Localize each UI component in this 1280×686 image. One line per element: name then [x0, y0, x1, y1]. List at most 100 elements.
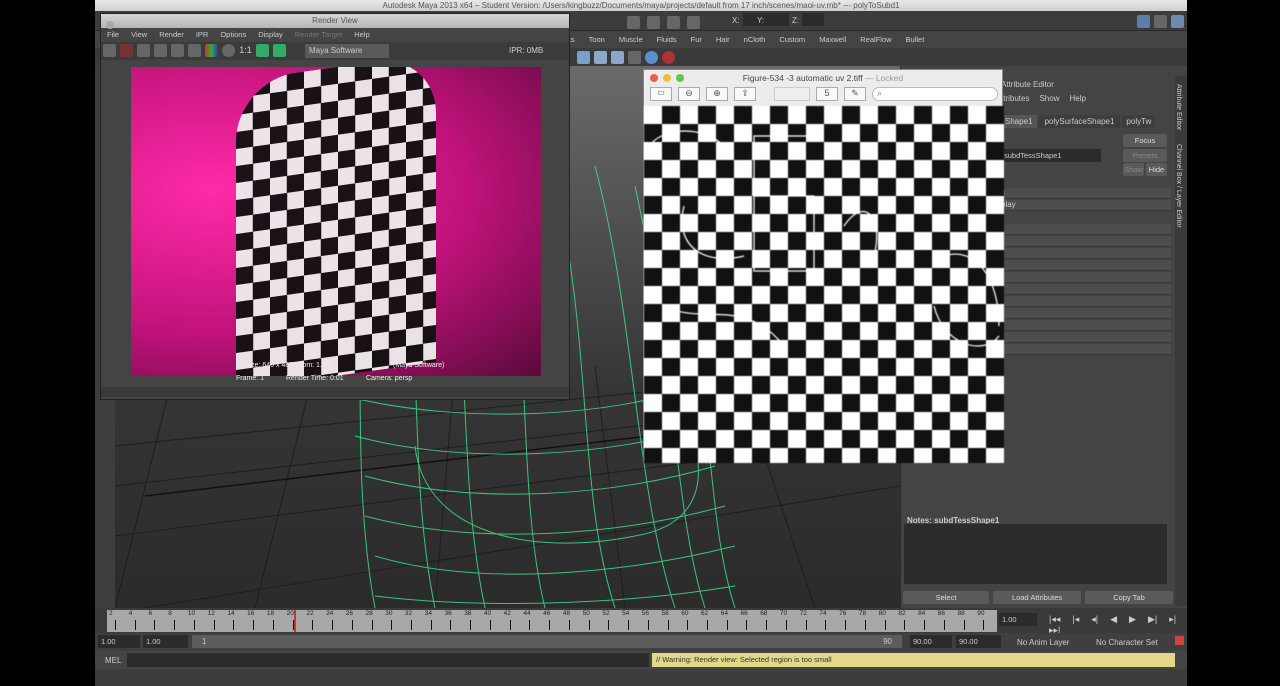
shelf-tab[interactable]: RealFlow — [860, 31, 891, 48]
layout-icon[interactable] — [1154, 15, 1167, 28]
playback-button[interactable]: ▶ — [1129, 614, 1136, 625]
tab-shape1[interactable]: Shape1 — [1001, 115, 1037, 128]
playback-button[interactable]: ▶| — [1148, 614, 1157, 625]
shelf-tab[interactable]: Maxwell — [819, 31, 846, 48]
mel-input[interactable] — [127, 653, 649, 667]
shelf-tab[interactable]: Fur — [691, 31, 702, 48]
menu-help[interactable]: Help — [354, 28, 369, 42]
remove-image-icon[interactable] — [272, 44, 286, 57]
tool-icon[interactable] — [667, 16, 680, 29]
focus-button[interactable]: Focus — [1123, 134, 1167, 147]
rendered-image[interactable]: size: 640 x 480 zoom: 1.000 (Maya Softwa… — [131, 67, 541, 376]
shelf-tab[interactable]: nCloth — [744, 31, 766, 48]
playback-button[interactable]: |◂◂ — [1049, 614, 1060, 625]
tab-polytw[interactable]: polyTw — [1122, 115, 1156, 128]
y-field[interactable] — [767, 13, 789, 26]
shelf-icon[interactable] — [594, 51, 607, 64]
playback-button[interactable]: |◂ — [1072, 614, 1079, 625]
menu-show[interactable]: Show — [1039, 94, 1059, 103]
start-time-field[interactable]: 1.00 — [98, 635, 140, 648]
timeline-ticks[interactable]: 2 4 6 8 10 12 14 16 18 20 22 24 26 28 30 32 34 36 38 40 42 44… — [107, 610, 997, 632]
alpha-icon[interactable] — [222, 44, 235, 57]
tool-icon[interactable] — [627, 16, 640, 29]
attr-row[interactable] — [1001, 308, 1171, 319]
menu-render-target[interactable]: Render Target — [295, 28, 342, 42]
attr-row[interactable] — [1001, 284, 1171, 295]
menu-options[interactable]: Options — [220, 28, 246, 42]
shelf-tab[interactable]: Bullet — [906, 31, 925, 48]
settings-icon[interactable] — [188, 44, 201, 57]
shelf-icon[interactable] — [577, 51, 590, 64]
playback-start-field[interactable]: 1.00 — [143, 635, 188, 648]
attr-row[interactable] — [1001, 224, 1171, 235]
section-header[interactable]: s — [1001, 188, 1171, 199]
playback-end-field[interactable]: 90.00 — [910, 635, 952, 648]
select-button[interactable]: Select — [903, 591, 989, 604]
ratio-button[interactable]: 1:1 — [239, 45, 252, 55]
rgb-channels-icon[interactable] — [205, 44, 218, 57]
current-time-marker[interactable] — [294, 610, 296, 632]
load-attributes-button[interactable]: Load Attributes — [993, 591, 1081, 604]
redo-render-icon[interactable] — [103, 44, 116, 57]
globe-icon[interactable] — [645, 51, 658, 64]
tab-attribute-editor[interactable]: Attribute Editor — [1175, 84, 1182, 130]
section-header[interactable]: play — [1001, 200, 1171, 211]
keep-image-icon[interactable] — [255, 44, 269, 57]
shelf-tab[interactable]: Toon — [589, 31, 605, 48]
copy-tab-button[interactable]: Copy Tab — [1085, 591, 1173, 604]
share-icon[interactable]: ⇪ — [734, 87, 756, 101]
refresh-icon[interactable] — [171, 44, 184, 57]
rotate-button[interactable]: 5 — [816, 87, 838, 101]
attr-row[interactable] — [1001, 320, 1171, 331]
character-set-dropdown[interactable]: No Character Set — [1096, 638, 1158, 647]
tab-polysurfaceshape1[interactable]: polySurfaceShape1 — [1038, 115, 1121, 128]
playback-button[interactable]: ▸| — [1169, 614, 1176, 625]
node-name-field[interactable]: subdTessShape1 — [1001, 149, 1101, 162]
renderer-dropdown[interactable]: Maya Software — [305, 44, 389, 58]
menu-file[interactable]: File — [107, 28, 119, 42]
tool-icon[interactable] — [687, 16, 700, 29]
shelf-icon[interactable] — [611, 51, 624, 64]
menu-ipr[interactable]: IPR — [196, 28, 209, 42]
menu-view[interactable]: View — [131, 28, 147, 42]
hide-button[interactable]: Hide — [1146, 163, 1167, 176]
attr-row[interactable] — [1001, 296, 1171, 307]
current-frame-field[interactable]: 1.00 — [999, 613, 1037, 626]
presets-button[interactable]: Presets — [1123, 149, 1167, 162]
attr-row[interactable] — [1001, 248, 1171, 259]
render-region-icon[interactable] — [120, 44, 133, 57]
zoom-out-icon[interactable]: ⊖ — [678, 87, 700, 101]
tab-channel-box[interactable]: Channel Box / Layer Editor — [1175, 144, 1182, 228]
tool-icon[interactable] — [647, 16, 660, 29]
shelf-icon[interactable] — [628, 51, 641, 64]
snapshot-icon[interactable] — [137, 44, 150, 57]
attr-row[interactable] — [1001, 344, 1171, 355]
time-slider[interactable]: 2 4 6 8 10 12 14 16 18 20 22 24 26 28 30 32 34 36 38 40 42 44… — [95, 608, 1187, 635]
shelf-tab[interactable]: Muscle — [619, 31, 643, 48]
anim-layer-dropdown[interactable]: No Anim Layer — [1017, 638, 1069, 647]
paint-icon[interactable] — [662, 51, 675, 64]
search-input[interactable]: ⌕ — [872, 87, 998, 101]
attr-row[interactable] — [1001, 236, 1171, 247]
shelf-tab[interactable]: Custom — [779, 31, 805, 48]
panel-icon[interactable] — [1137, 15, 1150, 28]
playback-button[interactable]: ◀ — [1110, 614, 1117, 625]
annotate-icon[interactable] — [774, 87, 810, 101]
menu-display[interactable]: Display — [258, 28, 283, 42]
gear-icon[interactable] — [1171, 15, 1184, 28]
menu-help[interactable]: Help — [1069, 94, 1085, 103]
shelf-tab[interactable]: Hair — [716, 31, 730, 48]
range-bar[interactable]: 1 90 — [192, 635, 902, 648]
menu-render[interactable]: Render — [159, 28, 184, 42]
zoom-in-icon[interactable]: ⊕ — [706, 87, 728, 101]
horizontal-scrollbar[interactable] — [101, 387, 569, 397]
show-button[interactable]: Show — [1123, 163, 1144, 176]
attr-row[interactable] — [1001, 260, 1171, 271]
menu-attributes[interactable]: ttributes — [1001, 94, 1029, 103]
shelf-tab[interactable]: Fluids — [657, 31, 677, 48]
mel-label[interactable]: MEL — [105, 656, 121, 665]
notes-field[interactable] — [904, 524, 1167, 584]
sidebar-toggle-icon[interactable]: ▭ — [650, 87, 672, 101]
end-time-field[interactable]: 90.00 — [956, 635, 1001, 648]
uv-checker-image[interactable] — [644, 106, 1004, 463]
